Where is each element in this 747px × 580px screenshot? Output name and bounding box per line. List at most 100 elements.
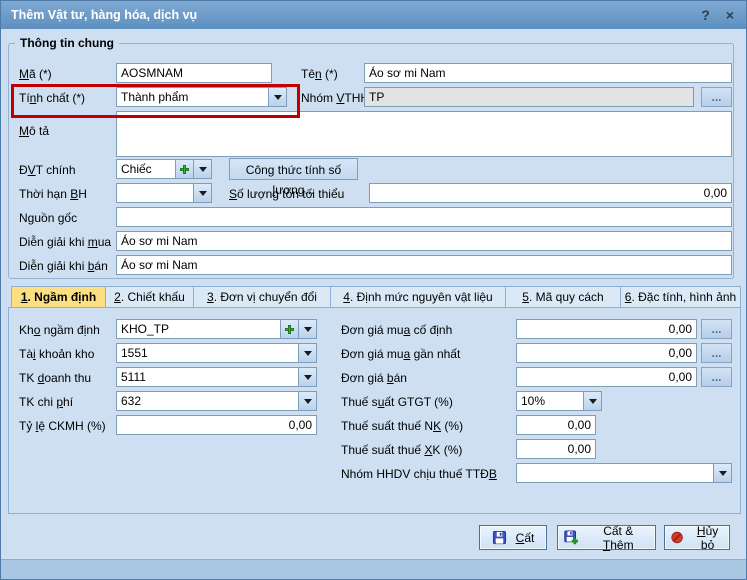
vat-rate-label: Thuế suất GTGT (%) (341, 392, 453, 412)
tab-chiet-khau[interactable]: 2. Chiết khấu (106, 286, 194, 308)
chevron-down-icon (304, 375, 312, 380)
expense-account-label: TK chi phí (19, 392, 73, 412)
chevron-down-icon (199, 167, 207, 172)
quantity-formula-button[interactable]: Công thức tính số lượng... (229, 158, 358, 180)
dialog-window: Thêm Vật tư, hàng hóa, dịch vụ ? × Thông… (0, 0, 747, 580)
origin-label: Nguồn gốc (19, 208, 77, 228)
chevron-down-icon (199, 191, 207, 196)
dropdown-arrow-button[interactable] (298, 344, 316, 362)
min-stock-label: Số lượng tồn tối thiểu (229, 184, 344, 204)
special-tax-group-label: Nhóm HHDV chịu thuế TTĐB (341, 464, 497, 484)
dropdown-arrow-button[interactable] (193, 184, 211, 202)
unit-value: Chiếc (117, 160, 175, 178)
default-warehouse-value: KHO_TP (117, 320, 280, 338)
import-tax-label: Thuế suất thuế NK (%) (341, 416, 463, 436)
dropdown-arrow-button[interactable] (298, 320, 316, 338)
unit-combobox[interactable]: Chiếc (116, 159, 212, 179)
plus-icon (285, 325, 294, 334)
expense-account-combobox[interactable]: 632 (116, 391, 317, 411)
status-strip (1, 559, 746, 580)
dropdown-arrow-button[interactable] (193, 160, 211, 178)
description-label: Mô tả (19, 121, 49, 141)
dropdown-arrow-button[interactable] (298, 392, 316, 410)
chevron-down-icon (304, 351, 312, 356)
fixed-purchase-price-input[interactable] (516, 319, 697, 339)
dropdown-arrow-button[interactable] (583, 392, 601, 410)
vat-rate-value: 10% (517, 392, 583, 410)
origin-input[interactable] (116, 207, 732, 227)
inventory-account-combobox[interactable]: 1551 (116, 343, 317, 363)
tab-don-vi-chuyen-doi[interactable]: 3. Đơn vị chuyển đổi (194, 286, 331, 308)
sale-price-input[interactable] (516, 367, 697, 387)
revenue-account-value: 5111 (117, 368, 298, 386)
special-tax-group-value (517, 464, 713, 482)
warranty-combobox[interactable] (116, 183, 212, 203)
dropdown-arrow-button[interactable] (713, 464, 731, 482)
tab-dac-tinh-hinh-anh[interactable]: 6. Đặc tính, hình ảnh (621, 286, 741, 308)
dropdown-arrow-button[interactable] (298, 368, 316, 386)
save-icon (492, 530, 507, 545)
sale-price-browse-button[interactable]: ... (701, 367, 732, 387)
save-button-label: Cất (516, 531, 535, 545)
add-warehouse-button[interactable] (280, 320, 298, 338)
inventory-account-value: 1551 (117, 344, 298, 362)
sale-desc-input[interactable] (116, 255, 732, 275)
cancel-button-label: Hủy bỏ (692, 524, 723, 552)
unit-label: ĐVT chính (19, 160, 76, 180)
latest-purchase-price-label: Đơn giá mua gần nhất (341, 344, 460, 364)
fixed-purchase-price-browse-button[interactable]: ... (701, 319, 732, 339)
tab-ma-quy-cach[interactable]: 5. Mã quy cách (506, 286, 621, 308)
inventory-account-label: Tài khoản kho (19, 344, 94, 364)
warranty-value (117, 184, 193, 202)
warranty-label: Thời hạn BH (19, 184, 87, 204)
nature-combobox[interactable]: Thành phẩm (116, 87, 287, 107)
dropdown-arrow-button[interactable] (268, 88, 286, 106)
dialog-title: Thêm Vật tư, hàng hóa, dịch vụ (11, 8, 197, 22)
save-and-add-button[interactable]: Cất & Thêm (557, 525, 656, 550)
chevron-down-icon (719, 471, 727, 476)
cancel-button[interactable]: Hủy bỏ (664, 525, 730, 550)
min-stock-input[interactable] (369, 183, 732, 203)
name-label: Tên (*) (301, 64, 338, 84)
revenue-account-label: TK doanh thu (19, 368, 91, 388)
latest-purchase-price-browse-button[interactable]: ... (701, 343, 732, 363)
chevron-down-icon (589, 399, 597, 404)
export-tax-label: Thuế suất thuế XK (%) (341, 440, 462, 460)
group-browse-button[interactable]: ... (701, 87, 732, 107)
expense-account-value: 632 (117, 392, 298, 410)
cancel-icon (671, 530, 683, 545)
tab-bar: 1. Ngầm định 2. Chiết khấu 3. Đơn vị chu… (11, 286, 741, 308)
chevron-down-icon (304, 399, 312, 404)
group-label: Nhóm VTHH (301, 88, 369, 108)
help-icon[interactable]: ? (701, 1, 710, 29)
general-info-group-title: Thông tin chung (15, 36, 119, 50)
save-button[interactable]: Cất (479, 525, 547, 550)
chevron-down-icon (304, 327, 312, 332)
code-label: Mã (*) (19, 64, 52, 84)
close-icon[interactable]: × (726, 1, 734, 29)
description-textarea[interactable] (116, 111, 732, 157)
sale-desc-label: Diễn giải khi bán (19, 256, 108, 276)
discount-rate-input[interactable] (116, 415, 317, 435)
default-warehouse-combobox[interactable]: KHO_TP (116, 319, 317, 339)
purchase-desc-input[interactable] (116, 231, 732, 251)
nature-label: Tính chất (*) (19, 88, 85, 108)
discount-rate-label: Tỷ lệ CKMH (%) (19, 416, 106, 436)
default-warehouse-label: Kho ngầm định (19, 320, 100, 340)
plus-icon (180, 165, 189, 174)
fixed-purchase-price-label: Đơn giá mua cố định (341, 320, 452, 340)
add-unit-button[interactable] (175, 160, 193, 178)
latest-purchase-price-input[interactable] (516, 343, 697, 363)
revenue-account-combobox[interactable]: 5111 (116, 367, 317, 387)
tab-ngam-dinh[interactable]: 1. Ngầm định (11, 286, 106, 308)
code-input[interactable] (116, 63, 272, 83)
tab-dinh-muc-nvl[interactable]: 4. Định mức nguyên vật liệu (331, 286, 506, 308)
export-tax-input[interactable] (516, 439, 596, 459)
vat-rate-combobox[interactable]: 10% (516, 391, 602, 411)
chevron-down-icon (274, 95, 282, 100)
save-add-icon (564, 530, 578, 545)
special-tax-group-combobox[interactable] (516, 463, 732, 483)
sale-price-label: Đơn giá bán (341, 368, 407, 388)
import-tax-input[interactable] (516, 415, 596, 435)
name-input[interactable] (364, 63, 732, 83)
